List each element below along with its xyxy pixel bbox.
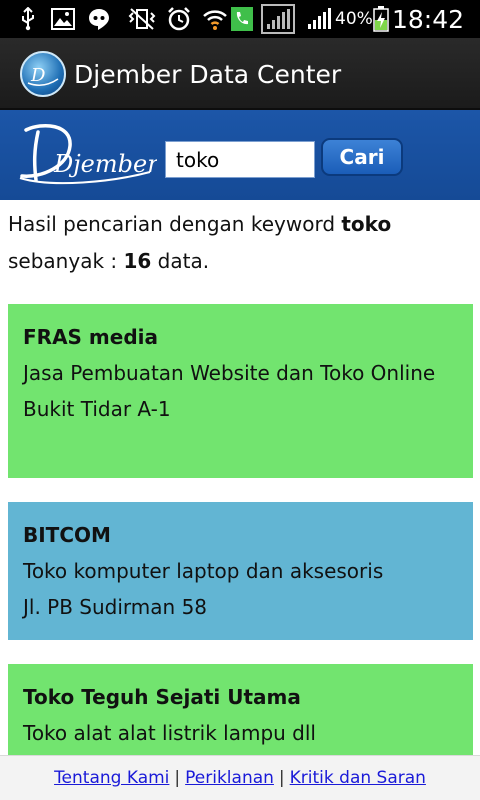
summary-keyword: toko (341, 212, 392, 236)
footer-link-tentang-kami[interactable]: Tentang Kami (54, 768, 169, 788)
alarm-icon (166, 0, 192, 38)
footer-link-kritik-dan-saran[interactable]: Kritik dan Saran (290, 768, 426, 788)
search-input[interactable] (165, 141, 315, 178)
search-button[interactable]: Cari (321, 138, 403, 176)
result-name: FRAS media (23, 325, 158, 349)
summary-count: 16 (123, 249, 152, 273)
result-description: Toko komputer laptop dan aksesoris (23, 559, 384, 583)
result-address: Bukit Tidar A-1 (23, 397, 171, 421)
djember-logo: Djember (19, 123, 157, 185)
result-card[interactable]: FRAS media Jasa Pembuatan Website dan To… (8, 304, 473, 478)
signal-outline-icon (260, 0, 296, 38)
footer-link-periklanan[interactable]: Periklanan (185, 768, 274, 788)
svg-text:D: D (30, 65, 46, 86)
signal-icon (306, 0, 332, 38)
summary-prefix: Hasil pencarian dengan keyword (8, 212, 342, 236)
footer-separator: | (174, 768, 181, 788)
vibrate-icon (128, 0, 156, 38)
result-description: Jasa Pembuatan Website dan Toko Online (23, 361, 436, 385)
chat-icon (86, 0, 112, 38)
battery-percent: 40% (335, 9, 373, 29)
image-icon (50, 0, 76, 38)
footer-separator: | (278, 768, 285, 788)
result-name: Toko Teguh Sejati Utama (23, 685, 301, 709)
battery-charging-icon (372, 0, 390, 38)
wifi-icon (202, 0, 228, 38)
footer: Tentang Kami | Periklanan | Kritik dan S… (0, 755, 480, 800)
result-description: Toko alat alat listrik lampu dll (23, 721, 316, 745)
call-icon (230, 0, 254, 38)
status-bar: 40% 18:42 (0, 0, 480, 38)
result-name: BITCOM (23, 523, 111, 547)
result-card[interactable]: BITCOM Toko komputer laptop dan aksesori… (8, 502, 473, 640)
summary-middle: sebanyak : (8, 249, 124, 273)
result-summary: Hasil pencarian dengan keyword toko seba… (8, 206, 472, 280)
clock: 18:42 (391, 4, 464, 34)
app-logo-icon[interactable]: D (20, 51, 66, 97)
action-bar: D Djember Data Center (0, 38, 480, 110)
result-address: Jl. PB Sudirman 58 (23, 595, 208, 619)
brand-name: Djember (53, 150, 157, 178)
result-card[interactable]: Toko Teguh Sejati Utama Toko alat alat l… (8, 664, 473, 755)
summary-suffix: data. (151, 249, 210, 273)
app-title: Djember Data Center (74, 59, 342, 89)
usb-icon (18, 0, 38, 38)
search-header: Djember Cari (0, 110, 480, 200)
